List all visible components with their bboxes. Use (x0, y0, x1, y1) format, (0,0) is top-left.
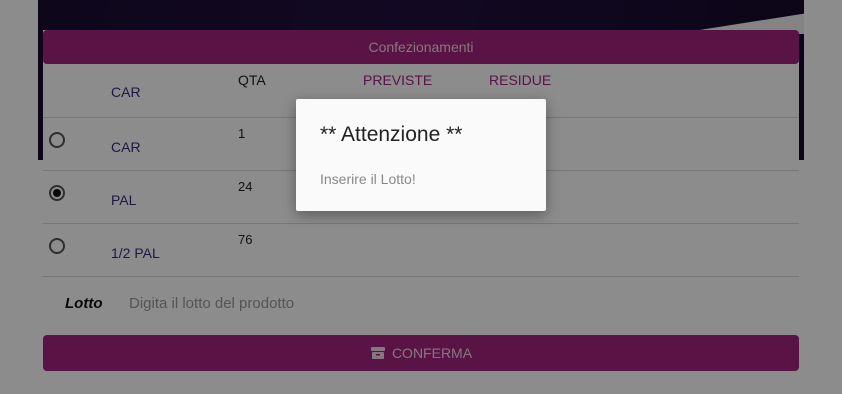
dialog-title: ** Attenzione ** (320, 123, 463, 146)
dialog-message: Inserire il Lotto! (320, 171, 416, 187)
alert-dialog: ** Attenzione ** Inserire il Lotto! (296, 99, 546, 211)
screen: Confezionamenti CAR QTA PREVISTE RESIDUE… (0, 0, 842, 394)
